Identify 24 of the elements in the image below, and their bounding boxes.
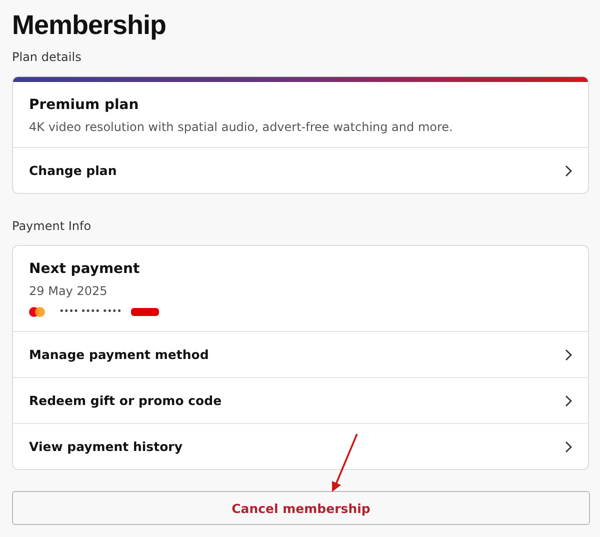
menu-row[interactable]: Redeem gift or promo code: [13, 378, 588, 424]
menu-row[interactable]: Change plan: [13, 148, 588, 193]
chevron-icon: [564, 164, 572, 176]
row-label: Redeem gift or promo code: [29, 393, 222, 408]
row-label: Change plan: [29, 163, 117, 178]
redaction-mark: [131, 308, 160, 316]
menu-row[interactable]: Manage payment method: [13, 332, 588, 378]
chevron-icon: [564, 440, 572, 452]
annotation-arrow: [330, 432, 360, 494]
card-number: •••• •••• ••••: [59, 307, 122, 317]
row-label: View payment history: [29, 439, 182, 454]
cancel-button[interactable]: Cancel membership: [12, 491, 590, 525]
row-label: Manage payment method: [29, 347, 209, 362]
page-title: Membership: [12, 9, 168, 42]
section-label: Plan details: [12, 49, 82, 65]
card-brand-icon: [29, 307, 45, 317]
menu-row[interactable]: View payment history: [13, 424, 588, 469]
chevron-icon: [564, 348, 572, 360]
section-label: Payment Info: [12, 218, 92, 234]
plan-description: 4K video resolution with spatial audio, advert-free watching and more.: [29, 119, 454, 135]
plan-name: Premium plan: [29, 96, 140, 115]
chevron-icon: [564, 394, 572, 406]
payment-date: 29 May 2025: [29, 283, 108, 299]
next-payment-label: Next payment: [29, 260, 141, 279]
